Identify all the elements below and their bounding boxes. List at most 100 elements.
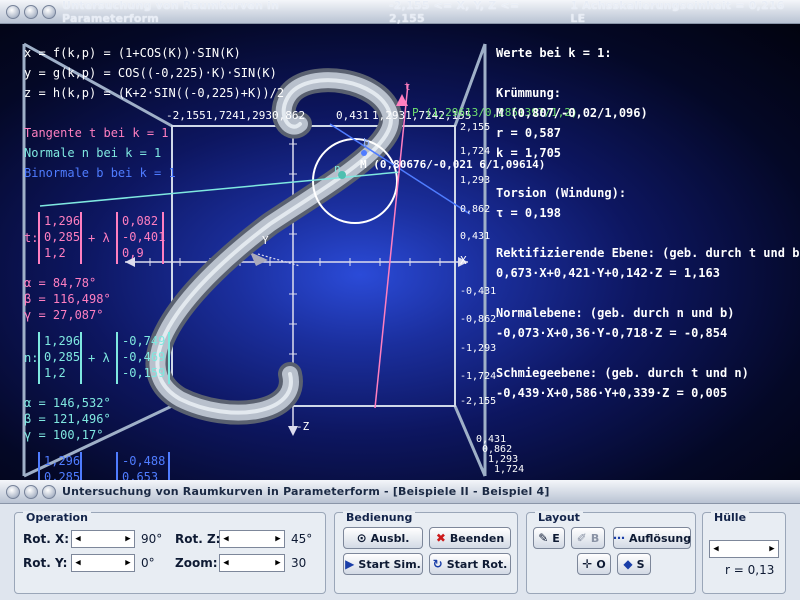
arrow-left-icon[interactable]: ◀ (72, 558, 84, 568)
torsion-value: τ = 0,198 (496, 206, 562, 220)
control-panel: Operation Rot. X: ◀ ▶ 90° Rot. Y: ◀ ▶ 0° R… (0, 504, 800, 600)
arrow-right-icon[interactable]: ▶ (766, 544, 778, 554)
zoom-label: Zoom: (175, 556, 218, 570)
point-b (361, 150, 367, 156)
osculating-plane-heading: Schmiegeebene: (geb. durch t und n) (496, 366, 749, 380)
huelle-spinner[interactable]: ◀ ▶ (709, 540, 779, 558)
huelle-radius: r = 0,13 (725, 563, 775, 577)
tangent-letter: t (404, 80, 411, 93)
z-axis-label: -Z (296, 420, 310, 433)
e-label: E (552, 531, 560, 545)
n-vec-2: 1,2 (44, 366, 66, 380)
ausbl-button[interactable]: ⊙ Ausbl. (343, 527, 423, 549)
play-icon: ▶ (345, 557, 355, 571)
arrow-left-icon[interactable]: ◀ (72, 534, 84, 544)
n-dir-1: -0,469 (122, 350, 166, 364)
o-button[interactable]: ✛ O (577, 553, 611, 575)
normal-plane-heading: Normalebene: (geb. durch n und b) (496, 306, 735, 320)
n-lambda: + λ (88, 351, 110, 365)
n-vec-0: 1,296 (44, 334, 81, 348)
rectifying-plane-heading: Rektifizierende Ebene: (geb. durch t und… (496, 246, 800, 260)
n-alpha: α = 146,532° (24, 396, 111, 410)
rot-z-value: 45° (291, 532, 313, 546)
t-gamma: γ = 27,087° (24, 308, 104, 322)
zoom-value: 30 (291, 556, 307, 570)
maximize-icon[interactable] (24, 4, 38, 19)
curvature-center: M (0,807/-0,02/1,096) (496, 106, 648, 120)
t-dir-2: 0,9 (122, 246, 144, 260)
e-button[interactable]: ✎ E (533, 527, 565, 549)
brush-icon: ✎ (538, 531, 549, 545)
beenden-button[interactable]: ✖ Beenden (429, 527, 511, 549)
arrow-left-icon[interactable]: ◀ (710, 544, 722, 554)
arrow-left-icon[interactable]: ◀ (220, 558, 232, 568)
t-lambda: + λ (88, 231, 110, 245)
t-vector-label: t: (24, 231, 39, 245)
maximize-icon[interactable] (24, 484, 38, 499)
start-rot-button[interactable]: ↻ Start Rot. (429, 553, 511, 575)
bedienung-group: Bedienung ⊙ Ausbl. ✖ Beenden ▶ Start Sim. ↻… (334, 511, 518, 594)
n-beta: β = 121,496° (24, 412, 111, 426)
t-dir-1: -0,401 (122, 230, 166, 244)
arrow-right-icon[interactable]: ▶ (122, 558, 134, 568)
right-tick: 1,293 (460, 175, 491, 186)
window-titlebar[interactable]: Untersuchung von Raumkurven in Parameter… (0, 0, 800, 25)
binormal-label: Binormale b bei k = 1 (24, 166, 176, 180)
curvature-value: k = 1,705 (496, 146, 562, 160)
start-sim-button[interactable]: ▶ Start Sim. (343, 553, 423, 575)
right-tick: 0,431 (460, 231, 491, 242)
arrow-right-icon[interactable]: ▶ (272, 558, 284, 568)
x-axis-label: X (460, 254, 467, 267)
zoom-spinner[interactable]: ◀ ▶ (219, 554, 285, 572)
t-vec-0: 1,296 (44, 214, 81, 228)
rot-y-spinner[interactable]: ◀ ▶ (71, 554, 135, 572)
y-axis-label: Y (262, 234, 269, 247)
layout-title: Layout (535, 511, 583, 524)
n-vec-1: 0,285 (44, 350, 81, 364)
rot-z-spinner[interactable]: ◀ ▶ (219, 530, 285, 548)
normal-letter: n (334, 162, 341, 175)
hide-icon: ⊙ (356, 531, 367, 545)
b-dir-0: -0,488 (122, 454, 166, 468)
top-tick-labels: -2,1551,7241,2930,862 (166, 109, 306, 122)
close-icon[interactable] (42, 4, 56, 19)
right-tick: 1,724 (460, 146, 491, 157)
app-title: Untersuchung von Raumkurven in Parameter… (62, 0, 280, 25)
aufloesung-button[interactable]: ⋯ Auflösung (613, 527, 691, 549)
o-label: O (596, 557, 606, 571)
normal-label: Normale n bei k = 1 (24, 146, 162, 160)
arrow-left-icon[interactable]: ◀ (220, 534, 232, 544)
control-titlebar[interactable]: Untersuchung von Raumkurven in Parameter… (0, 480, 800, 504)
s-button[interactable]: ◆ S (617, 553, 651, 575)
rot-z-label: Rot. Z: (175, 532, 221, 546)
right-tick: 2,155 (460, 122, 491, 133)
rot-x-spinner[interactable]: ◀ ▶ (71, 530, 135, 548)
space-curve (149, 72, 399, 421)
minimize-icon[interactable] (6, 484, 20, 499)
rot-y-label: Rot. Y: (23, 556, 68, 570)
rot-x-value: 90° (141, 532, 163, 546)
huelle-title: Hülle (711, 511, 750, 524)
arrow-right-icon[interactable]: ▶ (122, 534, 134, 544)
t-dir-0: 0,082 (122, 214, 159, 228)
rot-x-label: Rot. X: (23, 532, 70, 546)
osculating-plane-equation: -0,439·X+0,586·Y+0,339·Z = 0,005 (496, 386, 728, 400)
normal-plane-equation: -0,073·X+0,36·Y-0,718·Z = -0,854 (496, 326, 728, 340)
control-title: Untersuchung von Raumkurven in Parameter… (62, 485, 550, 498)
huelle-group: Hülle ◀ ▶ r = 0,13 (702, 511, 786, 594)
close-icon: ✖ (435, 531, 446, 545)
fx-equation: x = f(k,p) = (1+COS(K))·SIN(K) (24, 46, 241, 60)
rot-y-value: 0° (141, 556, 155, 570)
space-curve-highlight (155, 78, 393, 415)
rotate-icon: ↻ (432, 557, 443, 571)
minimize-icon[interactable] (6, 4, 20, 19)
close-icon[interactable] (42, 484, 56, 499)
t-alpha: α = 84,78° (24, 276, 97, 290)
b-button[interactable]: ✐ B (571, 527, 605, 549)
arrow-right-icon[interactable]: ▶ (272, 534, 284, 544)
bedienung-title: Bedienung (343, 511, 416, 524)
values-panel: Werte bei k = 1: Krümmung: M (0,807/-0,0… (490, 24, 800, 480)
pen-icon: ✐ (576, 531, 587, 545)
b-label: B (590, 531, 600, 545)
b-dir-1: 0,653 (122, 470, 159, 480)
